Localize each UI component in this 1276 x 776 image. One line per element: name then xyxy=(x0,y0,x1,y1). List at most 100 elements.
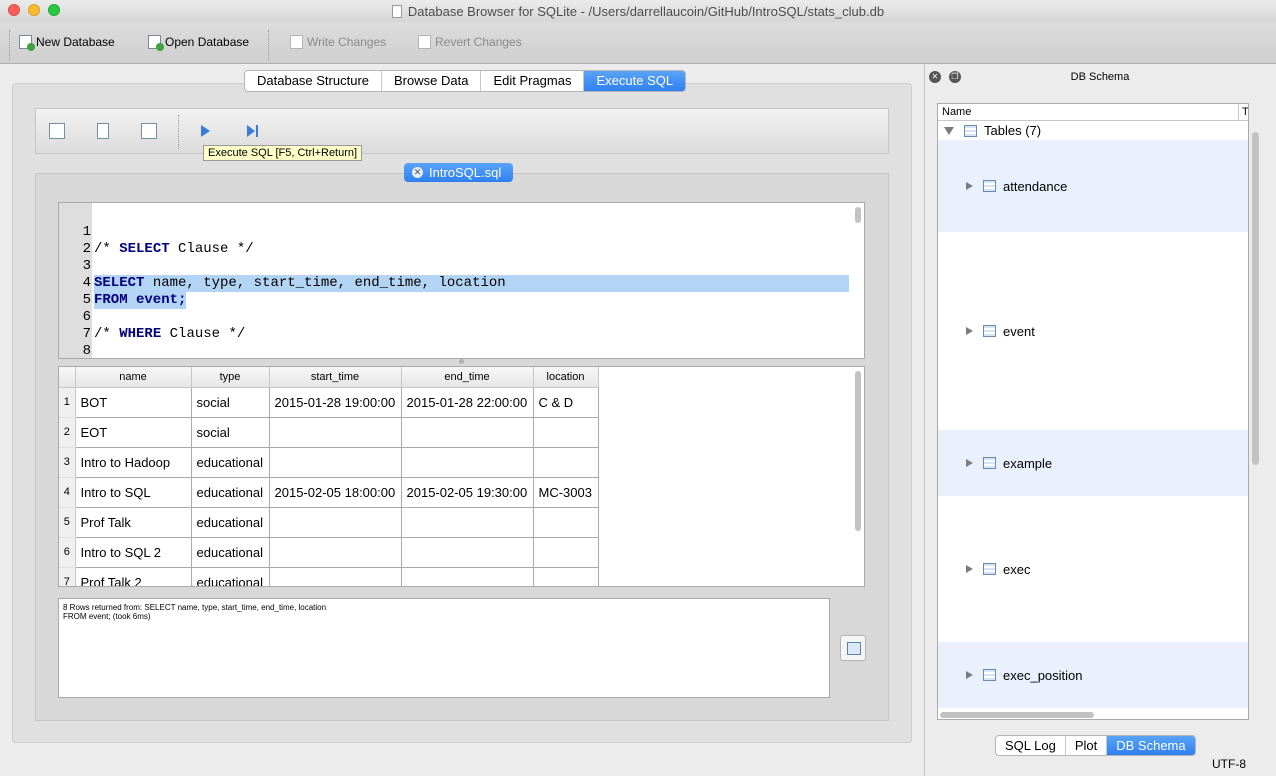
tab-db-schema[interactable]: DB Schema xyxy=(1107,736,1195,755)
open-sql-file-icon[interactable] xyxy=(97,123,109,139)
sql-file-tab[interactable]: ✕ IntroSQL.sql xyxy=(404,163,514,182)
tab-sql-log[interactable]: SQL Log xyxy=(996,736,1066,755)
tab-browse-data[interactable]: Browse Data xyxy=(382,71,482,91)
cell-location[interactable] xyxy=(533,507,599,538)
column-header-location[interactable]: location xyxy=(533,367,599,388)
expand-arrow-icon[interactable] xyxy=(966,565,973,573)
cell-name[interactable]: BOT xyxy=(75,387,192,418)
main-toolbar: New Database Open Database Write Changes… xyxy=(0,22,1276,64)
revert-changes-button[interactable]: Revert Changes xyxy=(418,35,522,49)
results-scrollbar[interactable] xyxy=(855,371,861,531)
cell-location[interactable] xyxy=(533,537,599,568)
code-line: 1 /* SELECT Clause */ xyxy=(59,207,849,257)
column-header-name[interactable]: name xyxy=(75,367,192,388)
new-database-button[interactable]: New Database xyxy=(19,35,115,51)
expand-arrow-icon[interactable] xyxy=(966,459,973,467)
open-tab-icon[interactable] xyxy=(49,123,65,139)
execute-current-line-icon[interactable] xyxy=(247,125,258,137)
splitter-handle[interactable] xyxy=(459,359,464,364)
expand-arrow-icon[interactable] xyxy=(966,182,973,190)
cell-location[interactable]: C & D xyxy=(533,387,599,418)
cell-type[interactable]: educational xyxy=(191,477,270,508)
code-line: 9 FROM event xyxy=(59,343,849,358)
cell-type[interactable]: educational xyxy=(191,567,270,586)
row-number[interactable]: 7 xyxy=(59,567,76,586)
cell-end-time[interactable] xyxy=(401,417,534,448)
cell-start-time[interactable] xyxy=(269,537,402,568)
cell-end-time[interactable]: 2015-01-28 22:00:00 xyxy=(401,387,534,418)
editor-scrollbar[interactable] xyxy=(855,207,861,223)
cell-location[interactable]: MC-3003 xyxy=(533,477,599,508)
cell-name[interactable]: Intro to Hadoop xyxy=(75,447,192,478)
tab-plot[interactable]: Plot xyxy=(1066,736,1108,755)
cell-start-time[interactable] xyxy=(269,507,402,538)
expand-arrow-icon[interactable] xyxy=(966,671,973,679)
cell-end-time[interactable] xyxy=(401,507,534,538)
code-line-selected: 4 FROM event; xyxy=(59,258,849,309)
row-number[interactable]: 2 xyxy=(59,417,76,448)
cell-name[interactable]: Intro to SQL 2 xyxy=(75,537,192,568)
schema-header-type[interactable]: T xyxy=(1238,104,1248,121)
tree-item-table[interactable]: exec_position xyxy=(938,642,1248,708)
query-message-box: 8 Rows returned from: SELECT name, type,… xyxy=(58,598,830,698)
tab-edit-pragmas[interactable]: Edit Pragmas xyxy=(481,71,585,91)
schema-vertical-scrollbar[interactable] xyxy=(1252,132,1259,465)
cell-type[interactable]: educational xyxy=(191,537,270,568)
cell-start-time[interactable]: 2015-01-28 19:00:00 xyxy=(269,387,402,418)
cell-type[interactable]: social xyxy=(191,417,270,448)
cell-name[interactable]: Prof Talk 2 xyxy=(75,567,192,586)
row-number[interactable]: 4 xyxy=(59,477,76,508)
row-number[interactable]: 3 xyxy=(59,447,76,478)
cell-location[interactable] xyxy=(533,447,599,478)
cell-end-time[interactable] xyxy=(401,447,534,478)
row-number[interactable]: 6 xyxy=(59,537,76,568)
minimize-window-button[interactable] xyxy=(28,4,40,16)
cell-end-time[interactable]: 2015-02-05 19:30:00 xyxy=(401,477,534,508)
cell-start-time[interactable] xyxy=(269,447,402,478)
write-changes-button[interactable]: Write Changes xyxy=(290,35,386,49)
sql-editor[interactable]: 1 /* SELECT Clause */ 2 3 SELECT name, t… xyxy=(58,202,865,359)
cell-name[interactable]: EOT xyxy=(75,417,192,448)
schema-horizontal-scrollbar[interactable] xyxy=(940,712,1094,718)
sql-toolbar xyxy=(35,108,889,154)
table-icon xyxy=(983,180,996,192)
cell-start-time[interactable] xyxy=(269,567,402,586)
tree-item-label: event xyxy=(1003,323,1035,339)
expand-arrow-icon[interactable] xyxy=(966,327,973,335)
cell-start-time[interactable]: 2015-02-05 18:00:00 xyxy=(269,477,402,508)
tree-item-table[interactable]: example xyxy=(938,430,1248,496)
column-header-start-time[interactable]: start_time xyxy=(269,367,402,388)
row-number[interactable]: 1 xyxy=(59,387,76,418)
column-header-end-time[interactable]: end_time xyxy=(401,367,534,388)
cell-location[interactable] xyxy=(533,417,599,448)
cell-name[interactable]: Intro to SQL xyxy=(75,477,192,508)
column-header-type[interactable]: type xyxy=(191,367,270,388)
cell-type[interactable]: educational xyxy=(191,507,270,538)
open-database-button[interactable]: Open Database xyxy=(148,35,249,51)
collapse-arrow-icon[interactable] xyxy=(944,126,954,135)
cell-start-time[interactable] xyxy=(269,417,402,448)
tree-root-tables[interactable]: Tables (7) xyxy=(938,121,1248,140)
execute-all-icon[interactable] xyxy=(201,125,210,137)
cell-location[interactable] xyxy=(533,567,599,586)
zoom-window-button[interactable] xyxy=(48,4,60,16)
tab-database-structure[interactable]: Database Structure xyxy=(245,71,383,91)
tree-item-table[interactable]: attendance xyxy=(938,140,1248,232)
save-sql-file-icon[interactable] xyxy=(141,123,157,139)
schema-tree[interactable]: Name T Tables (7) attendance event examp… xyxy=(937,103,1249,720)
close-tab-icon[interactable]: ✕ xyxy=(412,167,423,178)
results-grid[interactable]: name type start_time end_time location 1… xyxy=(58,366,865,587)
tree-item-table[interactable]: event xyxy=(938,232,1248,430)
row-number[interactable]: 5 xyxy=(59,507,76,538)
cell-type[interactable]: educational xyxy=(191,447,270,478)
cell-end-time[interactable] xyxy=(401,567,534,586)
cell-end-time[interactable] xyxy=(401,537,534,568)
cell-type[interactable]: social xyxy=(191,387,270,418)
save-results-button[interactable] xyxy=(840,635,866,661)
cell-name[interactable]: Prof Talk xyxy=(75,507,192,538)
tab-execute-sql[interactable]: Execute SQL xyxy=(584,71,686,91)
close-window-button[interactable] xyxy=(8,4,20,16)
code-line: 7 xyxy=(59,309,849,342)
schema-header-name[interactable]: Name xyxy=(942,106,971,118)
tree-item-table[interactable]: exec xyxy=(938,496,1248,642)
